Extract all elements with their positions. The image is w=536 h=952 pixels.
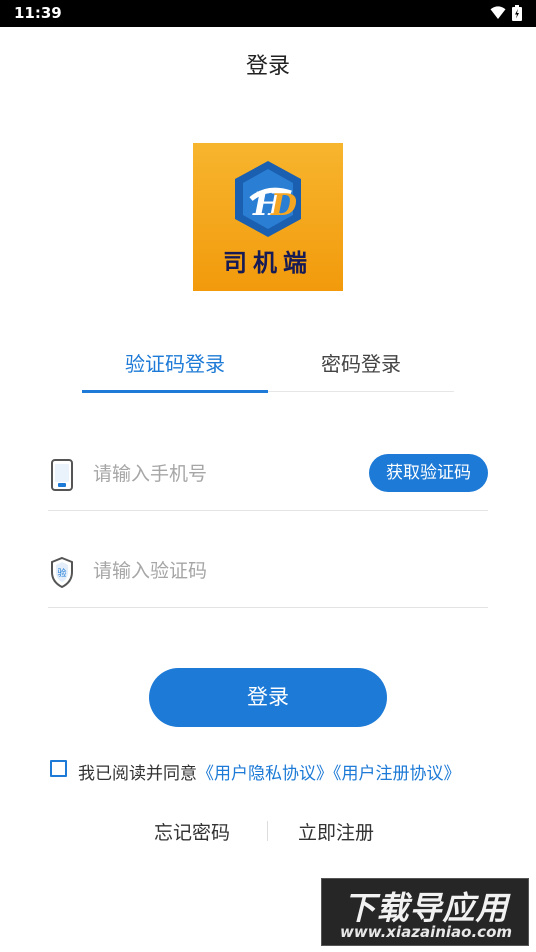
agreement-prefix: 我已阅读并同意 (78, 764, 197, 784)
logo-text: 司机端 (223, 249, 313, 277)
login-tabs: 验证码登录 密码登录 (82, 340, 454, 393)
agreement-row: 我已阅读并同意《用户隐私协议》《用户注册协议》 (50, 759, 520, 784)
shield-icon: 验 (51, 556, 73, 588)
tab-sms-login[interactable]: 验证码登录 (82, 340, 268, 393)
code-field: 验 (48, 540, 488, 608)
wifi-icon (490, 6, 506, 19)
link-divider (267, 821, 268, 841)
phone-field: 获取验证码 (48, 443, 488, 511)
page-title: 登录 (245, 54, 290, 79)
agreement-checkbox[interactable] (50, 760, 67, 777)
app-logo: H D 司机端 (193, 143, 343, 291)
bottom-links: 忘记密码 立即注册 (0, 818, 536, 846)
hd-logo-icon: H D (235, 161, 301, 237)
phone-icon (51, 459, 73, 491)
register-link[interactable]: 立即注册 (298, 818, 374, 845)
site-watermark: 下载导应用 www.xiazainiao.com (321, 878, 529, 946)
svg-text:验: 验 (57, 567, 66, 579)
privacy-policy-link[interactable]: 《用户隐私协议》 (197, 764, 333, 784)
status-time: 11:39 (14, 4, 62, 22)
code-input[interactable] (93, 554, 353, 588)
watermark-url: www.xiazainiao.com (339, 923, 513, 941)
phone-input[interactable] (93, 457, 353, 491)
forgot-password-link[interactable]: 忘记密码 (154, 818, 230, 845)
status-icons (490, 5, 522, 21)
get-code-button[interactable]: 获取验证码 (369, 454, 488, 492)
tab-password-login[interactable]: 密码登录 (268, 340, 454, 392)
battery-icon (512, 5, 522, 21)
agreement-text: 我已阅读并同意《用户隐私协议》《用户注册协议》 (78, 759, 461, 784)
login-button[interactable]: 登录 (149, 668, 387, 727)
registration-agreement-link[interactable]: 《用户注册协议》 (333, 764, 461, 784)
status-bar: 11:39 (0, 0, 536, 27)
svg-text:D: D (270, 188, 297, 223)
